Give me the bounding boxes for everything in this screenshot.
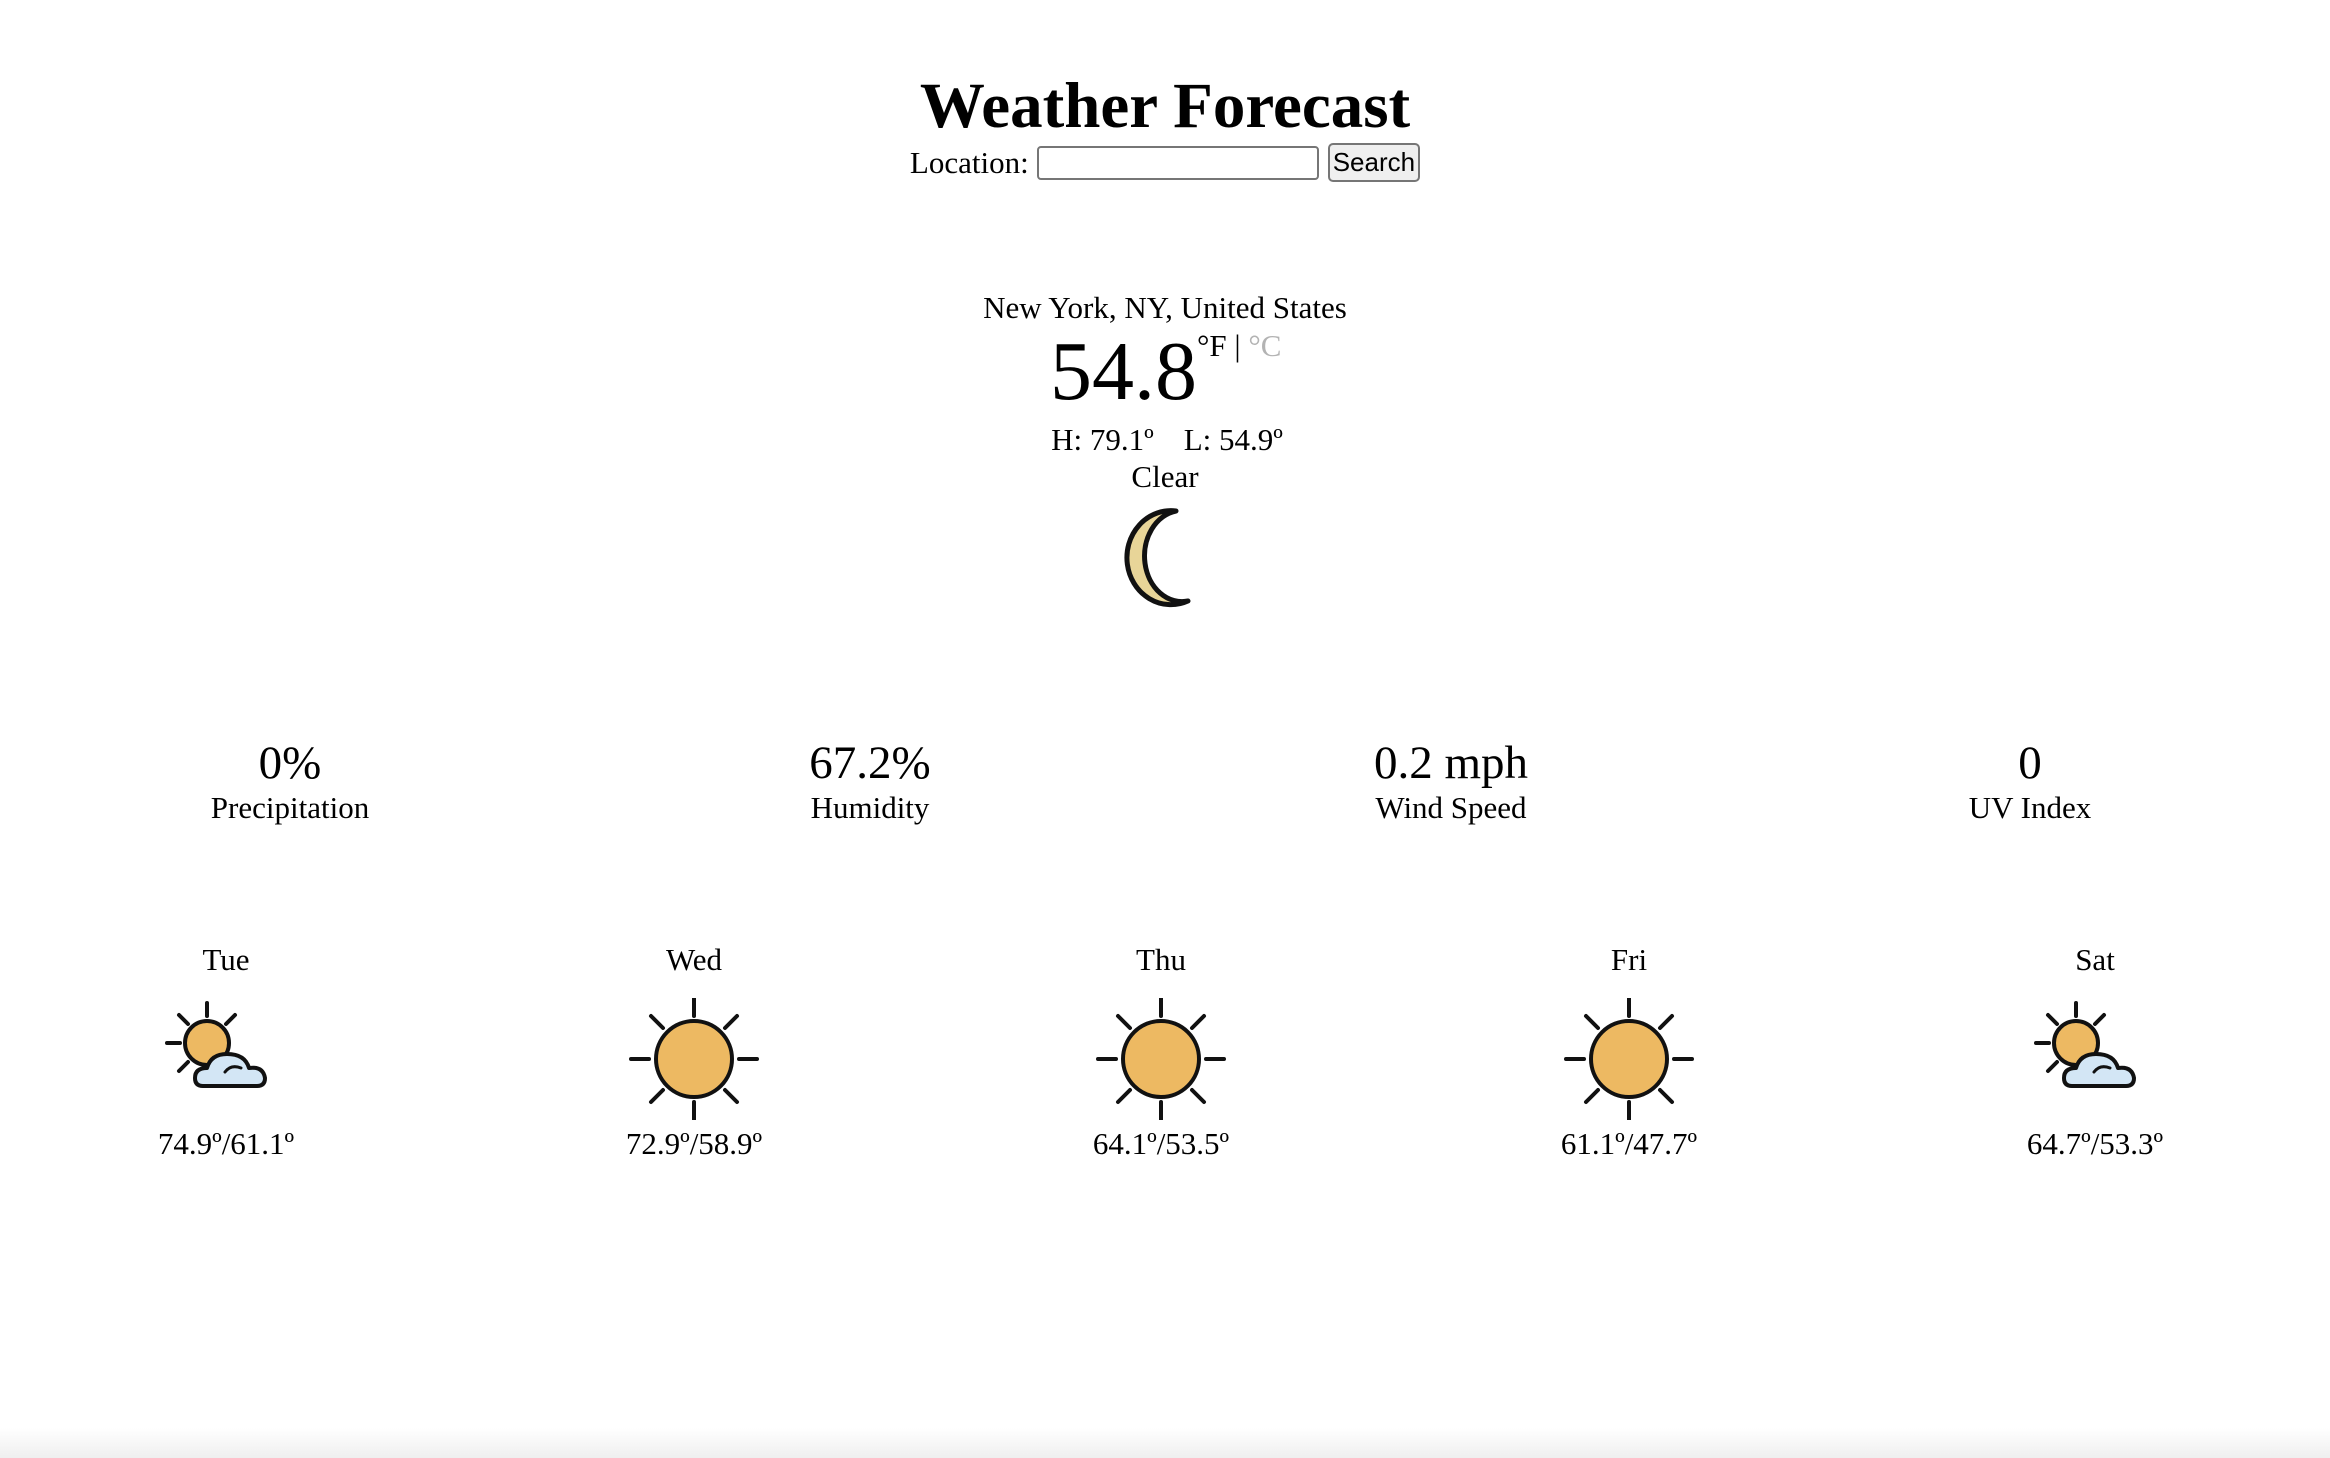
forecast-temps: 64.1º/53.5º: [1092, 1126, 1230, 1161]
forecast-day-sat: Sat 64.7º/53.3º: [1985, 942, 2205, 1162]
unit-celsius-toggle[interactable]: °C: [1248, 328, 1281, 363]
forecast-temps: 64.7º/53.3º: [2026, 1126, 2164, 1161]
bottom-shade: [0, 1428, 2330, 1458]
forecast-day-name: Thu: [1136, 942, 1186, 977]
forecast-day-wed: Wed 72.9º/58.9º: [584, 942, 804, 1162]
low-temperature: L: 54.9º: [1183, 422, 1283, 457]
sun-icon: [1564, 998, 1694, 1120]
location-input[interactable]: [1036, 145, 1319, 180]
search-button[interactable]: Search: [1327, 143, 1421, 182]
wind-speed-value: 0.2 mph: [1373, 737, 1529, 789]
wind-speed-label: Wind Speed: [1375, 790, 1527, 825]
crescent-moon-icon: [1124, 508, 1191, 608]
forecast-day-tue: Tue 74.9º/61.1º: [116, 942, 336, 1162]
current-temperature: 54.8: [1050, 325, 1197, 418]
uv-index-value: 0: [2018, 737, 2042, 789]
precipitation-value: 0%: [258, 737, 322, 789]
forecast-temps: 72.9º/58.9º: [625, 1126, 763, 1161]
forecast-temps: 61.1º/47.7º: [1560, 1126, 1698, 1161]
stat-uv-index: 0 UV Index: [1880, 736, 2180, 826]
forecast-day-name: Sat: [2075, 942, 2115, 977]
forecast-day-name: Wed: [665, 942, 723, 977]
humidity-value: 67.2%: [809, 737, 931, 789]
forecast-day-fri: Fri 61.1º/47.7º: [1519, 942, 1739, 1162]
partly-cloudy-icon: [165, 1001, 267, 1088]
forecast-day-thu: Thu 64.1º/53.5º: [1051, 942, 1271, 1162]
precipitation-label: Precipitation: [210, 790, 370, 825]
forecast-day-name: Fri: [1610, 942, 1648, 977]
stat-humidity: 67.2% Humidity: [720, 736, 1020, 826]
forecast-temps: 74.9º/61.1º: [157, 1126, 295, 1161]
forecast-day-name: Tue: [202, 942, 250, 977]
current-location: New York, NY, United States: [983, 290, 1347, 325]
partly-cloudy-icon: [2034, 1001, 2136, 1088]
stat-precipitation: 0% Precipitation: [140, 736, 440, 826]
current-condition: Clear: [1131, 459, 1199, 494]
unit-toggle: °F | °C: [1197, 328, 1281, 364]
sun-icon: [629, 998, 759, 1120]
high-low: H: 79.1º L: 54.9º: [2, 422, 2330, 458]
search-bar: Location: Search: [0, 143, 2330, 182]
uv-index-label: UV Index: [1968, 790, 2092, 825]
page-title: Weather Forecast: [919, 70, 1411, 142]
humidity-label: Humidity: [810, 790, 930, 825]
unit-separator: |: [1234, 328, 1241, 363]
sun-icon: [1096, 998, 1226, 1120]
high-temperature: H: 79.1º: [1051, 422, 1154, 457]
unit-fahrenheit-toggle[interactable]: °F: [1197, 328, 1227, 363]
current-temperature-block: 54.8 °F | °C: [1050, 322, 1281, 422]
stat-wind-speed: 0.2 mph Wind Speed: [1301, 736, 1601, 826]
location-label: Location:: [909, 144, 1029, 180]
